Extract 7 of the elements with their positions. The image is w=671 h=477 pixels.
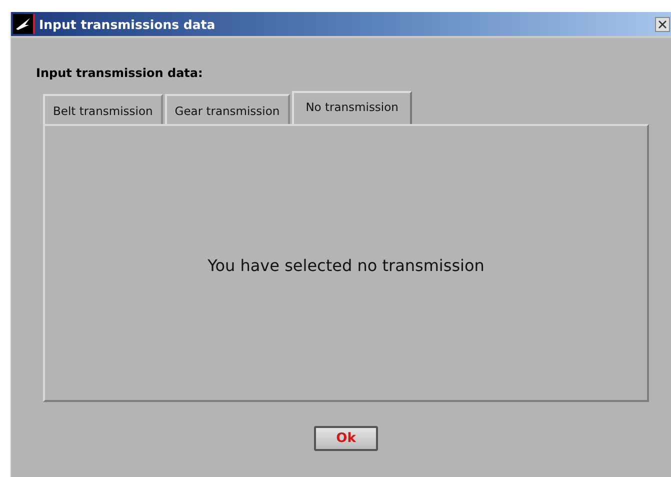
tab[interactable]: Belt transmission [43,94,163,124]
section-heading: Input transmission data: [36,66,203,80]
window-title: Input transmissions data [39,16,216,32]
tab[interactable]: Gear transmission [164,94,290,124]
tab[interactable]: No transmission [292,91,412,124]
ok-button[interactable]: Ok [314,426,378,451]
message-text: You have selected no transmission [208,256,484,274]
